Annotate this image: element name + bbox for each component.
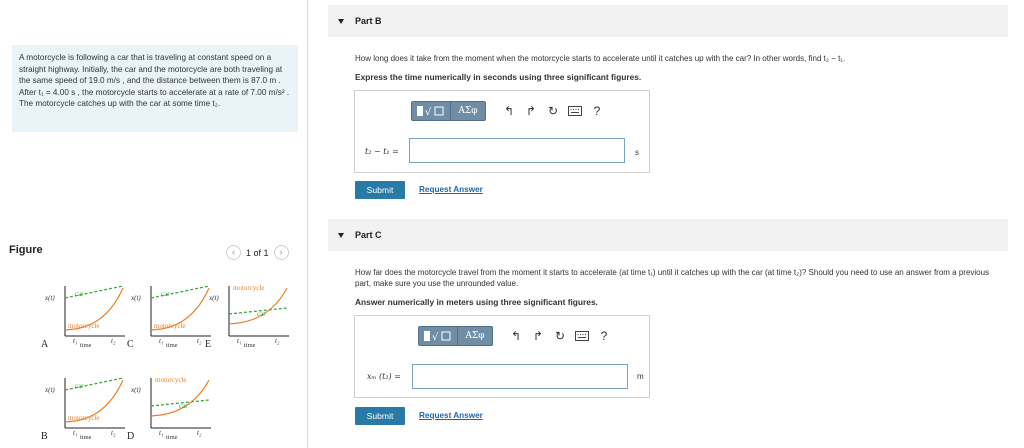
svg-text:√: √: [432, 332, 439, 343]
part-b-answer-box: √ ΑΣφ ↰ ↱ ↻ ? t₂ − t₁ =: [354, 90, 650, 173]
part-b-instruction: Express the time numerically in seconds …: [355, 72, 642, 82]
graph-letter: C: [127, 339, 134, 350]
car-label: car: [75, 290, 84, 298]
part-c-answer-input[interactable]: [412, 364, 628, 389]
car-label: car: [161, 290, 170, 298]
problem-statement: A motorcycle is following a car that is …: [12, 45, 298, 132]
part-c-question: How far does the motorcycle travel from …: [355, 268, 990, 288]
templates-icon: √: [424, 331, 451, 343]
t1-tick-label: t₁: [73, 429, 77, 437]
y-axis-label: x(t): [44, 294, 55, 302]
part-b-answer-input[interactable]: [409, 138, 625, 163]
math-toolbar: √ ΑΣφ ↰ ↱ ↻ ?: [411, 101, 608, 121]
t1-tick-label: t₁: [237, 337, 241, 345]
t1-tick-label: t₁: [159, 429, 163, 437]
car-label: car: [179, 402, 188, 410]
greek-icon: ΑΣφ: [458, 106, 478, 116]
graph-letter: A: [41, 339, 49, 350]
motorcycle-curve: [150, 379, 210, 417]
help-icon[interactable]: ?: [593, 326, 615, 346]
greek-button[interactable]: ΑΣφ: [451, 101, 486, 121]
part-b-request-answer-link[interactable]: Request Answer: [419, 185, 483, 194]
svg-text:√: √: [425, 107, 432, 118]
part-b-submit-button[interactable]: Submit: [355, 181, 405, 199]
left-panel: A motorcycle is following a car that is …: [0, 0, 308, 448]
t2-tick-label: t₂: [111, 429, 116, 437]
t2-tick-label: t₂: [275, 337, 280, 345]
part-c-unit: m: [637, 372, 644, 381]
t2-tick-label: t₂: [111, 337, 116, 345]
templates-icon: √: [417, 106, 444, 118]
part-c-answer-label: xₘ (t₂) =: [367, 372, 401, 381]
part-c-header[interactable]: Part C: [328, 219, 1008, 251]
collapse-caret-icon: [338, 232, 344, 238]
part-b-title: Part B: [355, 16, 382, 26]
part-b-header[interactable]: Part B: [328, 5, 1008, 37]
part-c-instruction: Answer numerically in meters using three…: [355, 297, 598, 307]
part-c-answer-box: √ ΑΣφ ↰ ↱ ↻ ? xₘ (t₂) =: [354, 315, 650, 398]
next-figure-button[interactable]: ›: [273, 245, 289, 260]
redo-icon[interactable]: ↱: [527, 326, 549, 346]
x-axis-label: time: [244, 342, 256, 349]
undo-icon[interactable]: ↰: [505, 326, 527, 346]
reset-icon[interactable]: ↻: [549, 326, 571, 346]
x-axis-label: time: [166, 434, 178, 441]
t2-tick-label: t₂: [197, 337, 202, 345]
prev-figure-button[interactable]: ‹: [226, 245, 241, 260]
motorcycle-curve: [228, 287, 288, 325]
figure-graphs: x(t)timet₁ t₂Acarmotorcyclex(t)timet₁ t₂Cc…: [41, 284, 289, 442]
t1-tick-label: t₁: [73, 337, 77, 345]
part-c-title: Part C: [355, 230, 382, 240]
undo-icon[interactable]: ↰: [498, 101, 520, 121]
part-b-unit: s: [635, 148, 639, 157]
part-b-answer-label: t₂ − t₁ =: [365, 147, 399, 156]
t2-tick-label: t₂: [197, 429, 202, 437]
y-axis-label: x(t): [44, 386, 55, 394]
t1-tick-label: t₁: [159, 337, 163, 345]
greek-button[interactable]: ΑΣφ: [458, 326, 493, 346]
graph-letter: B: [41, 431, 48, 442]
x-axis-label: time: [80, 434, 92, 441]
motorcycle-label: motorcycle: [233, 284, 265, 292]
graph-letter: E: [205, 339, 211, 350]
help-icon[interactable]: ?: [586, 101, 608, 121]
y-axis-label: x(t): [208, 294, 219, 302]
figure-label: Figure: [9, 244, 43, 256]
motorcycle-label: motorcycle: [154, 322, 186, 330]
pager-text: 1 of 1: [246, 247, 269, 258]
graph-letter: D: [127, 431, 134, 442]
keyboard-icon[interactable]: [564, 101, 586, 121]
redo-icon[interactable]: ↱: [520, 101, 542, 121]
problem-text: A motorcycle is following a car that is …: [19, 53, 290, 109]
car-line: [64, 377, 124, 391]
math-toolbar: √ ΑΣφ ↰ ↱ ↻ ?: [418, 326, 615, 346]
y-axis-label: x(t): [130, 294, 141, 302]
keyboard-icon[interactable]: [571, 326, 593, 346]
part-b-question: How long does it take from the moment wh…: [355, 54, 846, 63]
motorcycle-label: motorcycle: [68, 322, 100, 330]
x-axis-label: time: [80, 342, 92, 349]
car-line: [64, 285, 124, 299]
part-c-request-answer-link[interactable]: Request Answer: [419, 411, 483, 420]
car-label: car: [75, 382, 84, 390]
car-label: car: [257, 310, 266, 318]
figure-pager: ‹ 1 of 1 ›: [226, 245, 289, 260]
car-line: [150, 285, 210, 299]
motorcycle-label: motorcycle: [68, 414, 100, 422]
templates-button[interactable]: √: [411, 101, 451, 121]
greek-icon: ΑΣφ: [465, 331, 485, 341]
x-axis-label: time: [166, 342, 178, 349]
part-c-submit-button[interactable]: Submit: [355, 407, 405, 425]
templates-button[interactable]: √: [418, 326, 458, 346]
motorcycle-label: motorcycle: [155, 376, 187, 384]
collapse-caret-icon: [338, 18, 344, 24]
y-axis-label: x(t): [130, 386, 141, 394]
reset-icon[interactable]: ↻: [542, 101, 564, 121]
